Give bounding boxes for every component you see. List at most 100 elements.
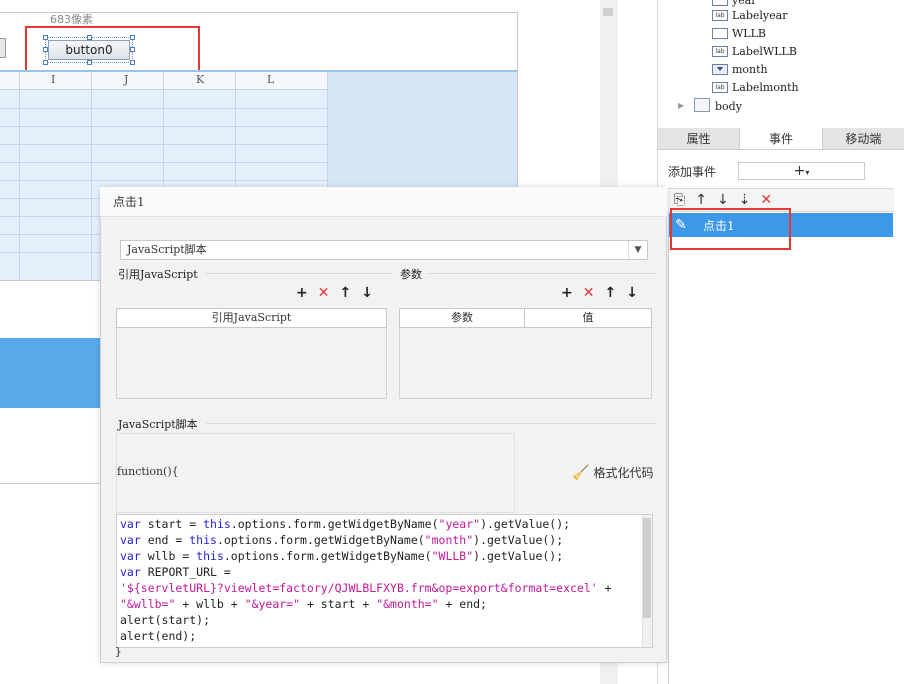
grid-line — [0, 180, 327, 181]
event-list — [668, 212, 894, 684]
code-line[interactable]: alert(end); — [120, 628, 649, 644]
tab-mobile[interactable]: 移动端 — [823, 128, 904, 149]
code-line[interactable]: alert(start); — [120, 612, 649, 628]
tree-item-body[interactable]: body — [715, 97, 742, 115]
ref-js-table-body[interactable] — [116, 328, 387, 399]
copy-icon[interactable]: ⎘ — [674, 192, 685, 208]
params-table-body[interactable] — [399, 328, 652, 399]
param-name-header[interactable]: 参数 — [399, 308, 525, 328]
tree-item[interactable]: lab Labelyear — [712, 6, 787, 24]
column-label[interactable]: J — [124, 73, 128, 86]
move-up-icon[interactable]: ↑ — [339, 285, 351, 301]
tree-item[interactable]: lab LabelWLLB — [712, 42, 797, 60]
js-script-section-label: JavaScript脚本 — [118, 418, 198, 431]
format-code-button[interactable]: 🧹 格式化代码 — [572, 464, 653, 481]
code-token: var — [120, 565, 141, 579]
highlight-rect-event — [670, 208, 791, 250]
code-line[interactable]: "&wllb=" + wllb + "&year=" + start + "&m… — [120, 596, 649, 612]
code-token: alert(start); — [120, 613, 211, 627]
code-token: end = — [140, 533, 190, 547]
tree-item-label: month — [732, 62, 768, 76]
params-section-label: 参数 — [400, 268, 422, 281]
format-code-label: 格式化代码 — [593, 466, 654, 480]
tree-item[interactable]: month — [712, 60, 768, 78]
code-token: this — [189, 533, 217, 547]
chevron-down-icon[interactable]: ▼ — [628, 241, 647, 259]
dropdown-icon — [712, 63, 728, 75]
code-token: var — [120, 517, 141, 531]
grid-line — [19, 72, 20, 280]
move-down-icon[interactable]: ↓ — [361, 285, 373, 301]
code-token: "&year=" — [244, 597, 301, 611]
ref-js-section-label: 引用JavaScript — [118, 268, 198, 281]
code-editor[interactable]: var start = this.options.form.getWidgetB… — [116, 514, 653, 648]
grid-line — [0, 162, 327, 163]
code-token: "year" — [438, 517, 481, 531]
add-icon[interactable]: + — [296, 285, 308, 301]
dimension-label: 683像素 — [50, 13, 93, 26]
code-line[interactable]: var wllb = this.options.form.getWidgetBy… — [120, 548, 649, 564]
grid-line — [91, 72, 92, 280]
code-token: + — [597, 581, 612, 595]
params-toolbar: + ✕ ↑ ↓ — [561, 285, 638, 301]
move-bottom-icon[interactable]: ⇣ — [739, 192, 751, 208]
code-token: ).getValue(); — [480, 517, 571, 531]
selected-region — [0, 338, 100, 408]
code-token: alert(end); — [120, 629, 197, 643]
delete-icon[interactable]: ✕ — [583, 285, 595, 301]
plus-icon: + — [793, 163, 806, 179]
code-line[interactable]: alert(REPORT_URL); — [120, 644, 649, 647]
script-type-select[interactable]: JavaScript脚本 — [120, 240, 648, 260]
move-down-icon[interactable]: ↓ — [626, 285, 638, 301]
move-up-icon[interactable]: ↑ — [604, 285, 616, 301]
scrollbar-thumb[interactable] — [603, 8, 613, 16]
code-token: var — [120, 533, 141, 547]
column-label[interactable]: L — [267, 73, 274, 86]
move-down-icon[interactable]: ↓ — [717, 192, 729, 208]
grid-line — [0, 126, 327, 127]
tab-properties[interactable]: 属性 — [658, 128, 739, 149]
code-token: ).getValue(); — [473, 549, 564, 563]
scrollbar-thumb[interactable] — [643, 518, 651, 618]
tab-events[interactable]: 事件 — [739, 128, 823, 149]
move-up-icon[interactable]: ↑ — [695, 192, 707, 208]
add-event-button[interactable]: +▾ — [738, 162, 865, 180]
code-token: this — [196, 549, 224, 563]
tree-item-label: Labelmonth — [732, 80, 799, 94]
code-token: "&month=" — [376, 597, 439, 611]
textbox-icon — [712, 0, 728, 6]
ref-js-toolbar: + ✕ ↑ ↓ — [296, 285, 373, 301]
code-line[interactable]: var start = this.options.form.getWidgetB… — [120, 516, 649, 532]
tree-item[interactable]: lab Labelmonth — [712, 78, 799, 96]
code-token: + start + — [300, 597, 377, 611]
expand-arrow-icon[interactable]: ▶ — [678, 101, 684, 110]
add-icon[interactable]: + — [561, 285, 573, 301]
code-token: .options.form.getWidgetByName( — [223, 549, 432, 563]
delete-icon[interactable]: ✕ — [760, 192, 772, 208]
param-value-header[interactable]: 值 — [524, 308, 652, 328]
partial-widget[interactable] — [0, 38, 6, 58]
delete-icon[interactable]: ✕ — [318, 285, 330, 301]
tree-item-label: LabelWLLB — [732, 44, 797, 58]
code-line[interactable]: '${servletURL}?viewlet=factory/QJWLBLFXY… — [120, 580, 649, 596]
code-token: .options.form.getWidgetByName( — [230, 517, 439, 531]
function-header: function(){ — [117, 465, 179, 478]
grid-line — [0, 108, 327, 109]
dialog-title: 点击1 — [100, 187, 667, 217]
code-token: wllb = — [140, 549, 197, 563]
tree-item-label: Labelyear — [732, 8, 788, 22]
code-line[interactable]: var REPORT_URL = — [120, 564, 649, 580]
column-label[interactable]: K — [196, 73, 204, 86]
add-event-label: 添加事件 — [668, 165, 717, 179]
tree-item[interactable]: WLLB — [712, 24, 766, 42]
code-line[interactable]: var end = this.options.form.getWidgetByN… — [120, 532, 649, 548]
code-token: "month" — [424, 533, 474, 547]
grid-line — [0, 144, 327, 145]
label-icon: lab — [712, 9, 728, 21]
body-icon — [694, 98, 710, 112]
ref-js-table-header[interactable]: 引用JavaScript — [116, 308, 387, 328]
column-label[interactable]: I — [51, 73, 55, 86]
code-token: alert(REPORT_URL); — [120, 645, 245, 647]
tree-item-label: WLLB — [732, 26, 766, 40]
divider — [206, 273, 392, 274]
